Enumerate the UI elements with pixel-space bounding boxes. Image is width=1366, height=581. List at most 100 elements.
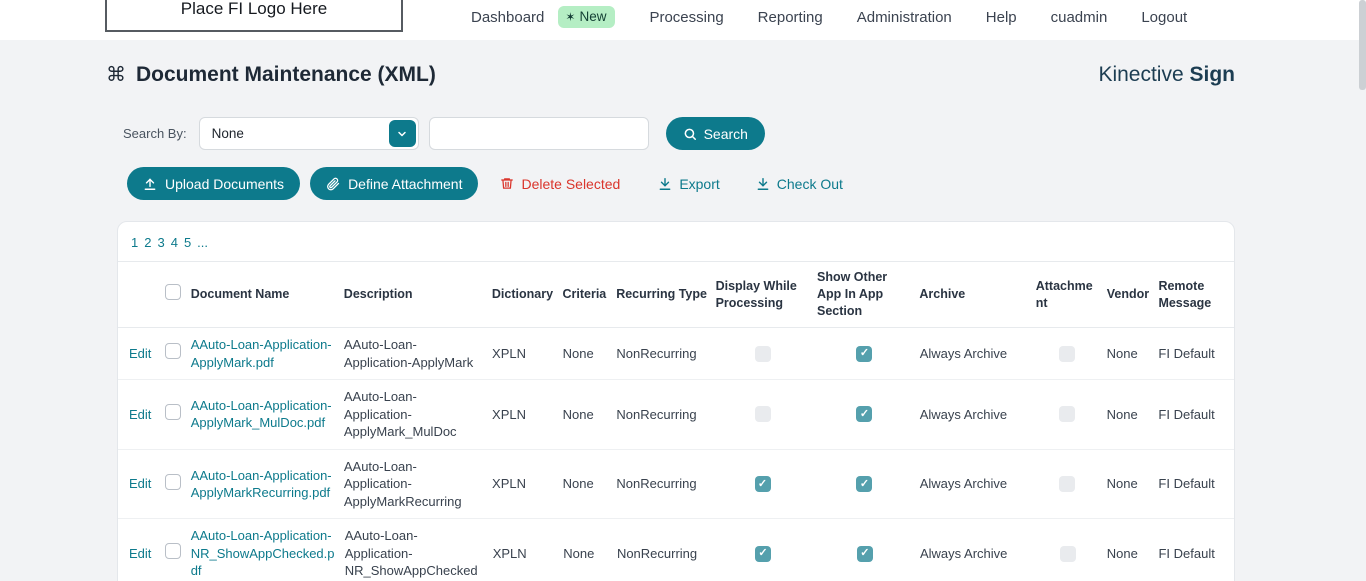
description-cell: AAuto-Loan-Application-ApplyMark xyxy=(344,336,492,371)
define-attachment-button[interactable]: Define Attachment xyxy=(310,167,478,200)
edit-link[interactable]: Edit xyxy=(129,346,151,361)
dictionary-cell: XPLN xyxy=(493,545,564,563)
attachment-checkbox xyxy=(1059,346,1075,362)
column-header-display-while-processing: Display While Processing xyxy=(716,278,817,312)
main-nav: Dashboard ✶ New Processing Reporting Admi… xyxy=(471,0,1187,34)
nav-administration[interactable]: Administration xyxy=(857,9,952,26)
search-by-selected-value: None xyxy=(212,126,244,141)
criteria-cell: None xyxy=(563,345,617,363)
new-badge[interactable]: ✶ New xyxy=(558,6,615,28)
table-body: Edit AAuto-Loan-Application-ApplyMark.pd… xyxy=(118,328,1234,581)
attachment-checkbox xyxy=(1059,406,1075,422)
archive-cell: Always Archive xyxy=(920,545,1036,563)
dictionary-cell: XPLN xyxy=(492,406,563,424)
export-label: Export xyxy=(679,176,719,192)
column-header-archive: Archive xyxy=(919,286,1035,303)
column-header-document-name: Document Name xyxy=(191,286,344,303)
column-header-attachment: Attachment xyxy=(1036,278,1107,312)
documents-card: 12345... Document Name Description Dicti… xyxy=(117,221,1235,581)
column-header-recurring-type: Recurring Type xyxy=(616,286,715,303)
search-button[interactable]: Search xyxy=(666,117,765,150)
new-badge-label: New xyxy=(579,9,606,24)
vendor-cell: None xyxy=(1107,545,1159,563)
nav-reporting[interactable]: Reporting xyxy=(758,9,823,26)
row-select-checkbox[interactable] xyxy=(165,474,181,490)
export-button[interactable]: Export xyxy=(658,176,719,192)
page-link[interactable]: 2 xyxy=(144,235,151,250)
page-link[interactable]: ... xyxy=(197,235,208,250)
page-link[interactable]: 4 xyxy=(171,235,178,250)
page-link[interactable]: 5 xyxy=(184,235,191,250)
check-out-label: Check Out xyxy=(777,176,843,192)
define-attachment-label: Define Attachment xyxy=(348,176,462,192)
row-select-checkbox[interactable] xyxy=(165,543,181,559)
brand-regular: Kinective xyxy=(1098,63,1183,86)
column-header-description: Description xyxy=(344,286,492,303)
remote-message-cell: FI Default xyxy=(1158,406,1234,424)
search-row: Search By: None Search xyxy=(123,117,1366,150)
sparkle-icon: ✶ xyxy=(565,10,575,24)
check-out-button[interactable]: Check Out xyxy=(756,176,843,192)
document-name-link[interactable]: AAuto-Loan-Application-ApplyMarkRecurrin… xyxy=(191,468,332,501)
show-other-app-checkbox xyxy=(857,546,873,562)
search-button-label: Search xyxy=(704,126,748,142)
recurring-type-cell: NonRecurring xyxy=(616,406,715,424)
search-input[interactable] xyxy=(429,117,649,150)
top-navigation-bar: Place FI Logo Here Dashboard ✶New Proces… xyxy=(0,0,1366,40)
search-icon xyxy=(683,127,697,141)
nav-processing[interactable]: Processing xyxy=(649,9,723,26)
table-row: Edit AAuto-Loan-Application-ApplyMark_Mu… xyxy=(118,380,1234,450)
description-cell: AAuto-Loan-Application-ApplyMarkRecurrin… xyxy=(344,458,492,511)
column-header-show-other-app: Show Other App In App Section xyxy=(817,269,919,320)
chevron-down-icon xyxy=(389,120,416,147)
vendor-cell: None xyxy=(1107,406,1159,424)
download-icon xyxy=(658,177,672,191)
command-icon: ⌘ xyxy=(106,62,126,87)
display-while-processing-checkbox xyxy=(755,406,771,422)
edit-link[interactable]: Edit xyxy=(129,546,151,561)
show-other-app-checkbox xyxy=(856,406,872,422)
row-select-checkbox[interactable] xyxy=(165,404,181,420)
kinective-sign-logo: Kinective Sign xyxy=(1098,63,1235,87)
document-name-link[interactable]: AAuto-Loan-Application-ApplyMark_MulDoc.… xyxy=(191,398,332,431)
display-while-processing-checkbox xyxy=(755,546,771,562)
column-header-vendor: Vendor xyxy=(1107,286,1159,303)
nav-help[interactable]: Help xyxy=(986,9,1017,26)
edit-link[interactable]: Edit xyxy=(129,407,151,422)
row-select-checkbox[interactable] xyxy=(165,343,181,359)
archive-cell: Always Archive xyxy=(920,475,1036,493)
remote-message-cell: FI Default xyxy=(1158,545,1234,563)
display-while-processing-checkbox xyxy=(755,476,771,492)
vendor-cell: None xyxy=(1107,345,1159,363)
nav-user[interactable]: cuadmin xyxy=(1051,9,1108,26)
pagination: 12345... xyxy=(118,222,1234,262)
attachment-checkbox xyxy=(1060,546,1076,562)
archive-cell: Always Archive xyxy=(920,345,1036,363)
criteria-cell: None xyxy=(563,406,617,424)
show-other-app-checkbox xyxy=(856,476,872,492)
document-name-link[interactable]: AAuto-Loan-Application-NR_ShowAppChecked… xyxy=(191,528,335,578)
scrollbar-thumb[interactable] xyxy=(1359,0,1366,90)
edit-link[interactable]: Edit xyxy=(129,476,151,491)
table-row: Edit AAuto-Loan-Application-ApplyMark.pd… xyxy=(118,328,1234,380)
recurring-type-cell: NonRecurring xyxy=(616,345,715,363)
document-name-link[interactable]: AAuto-Loan-Application-ApplyMark.pdf xyxy=(191,337,332,370)
upload-icon xyxy=(143,177,157,191)
dictionary-cell: XPLN xyxy=(492,345,563,363)
nav-dashboard[interactable]: Dashboard xyxy=(471,9,544,26)
upload-documents-button[interactable]: Upload Documents xyxy=(127,167,300,200)
search-by-select[interactable]: None xyxy=(199,117,419,150)
download-icon xyxy=(756,177,770,191)
delete-selected-button[interactable]: Delete Selected xyxy=(500,176,620,192)
page-link[interactable]: 3 xyxy=(157,235,164,250)
toolbar: Upload Documents Define Attachment Delet… xyxy=(127,167,1366,200)
trash-icon xyxy=(500,176,514,191)
nav-logout[interactable]: Logout xyxy=(1141,9,1187,26)
page-link[interactable]: 1 xyxy=(131,235,138,250)
column-header-criteria: Criteria xyxy=(562,286,616,303)
scrollbar[interactable] xyxy=(1359,0,1366,581)
select-all-checkbox[interactable] xyxy=(165,284,181,300)
vendor-cell: None xyxy=(1107,475,1159,493)
remote-message-cell: FI Default xyxy=(1158,475,1234,493)
recurring-type-cell: NonRecurring xyxy=(616,475,715,493)
